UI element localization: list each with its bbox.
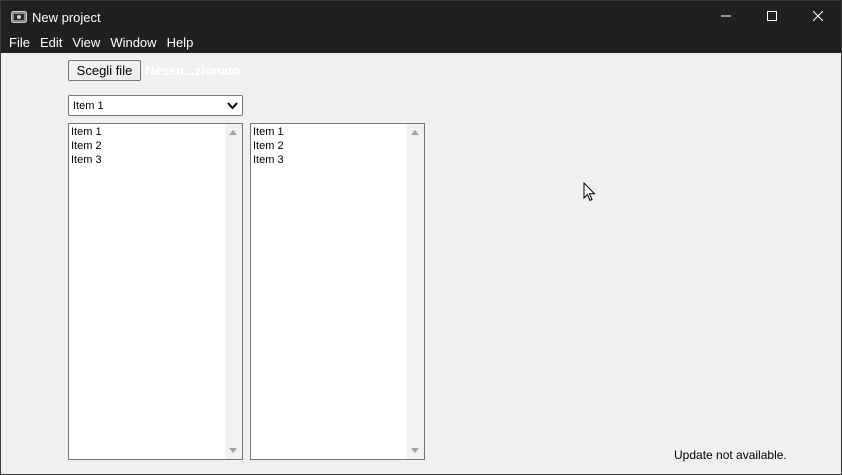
list-item[interactable]: Item 1 xyxy=(253,125,284,139)
window-title: New project xyxy=(32,9,101,25)
menu-edit[interactable]: Edit xyxy=(35,33,67,53)
update-status-text: Update not available. xyxy=(674,448,787,462)
dropdown-selected-value: Item 1 xyxy=(73,99,104,112)
menu-help[interactable]: Help xyxy=(162,33,199,53)
listbox-left-items: Item 1 Item 2 Item 3 xyxy=(71,125,102,167)
listbox-right[interactable]: Item 1 Item 2 Item 3 xyxy=(250,123,425,460)
app-logo-icon xyxy=(11,11,27,23)
app-window: New project File Edit View Window Help S… xyxy=(0,0,842,475)
item-dropdown[interactable]: Item 1 xyxy=(68,95,243,116)
chevron-down-icon xyxy=(226,99,239,112)
window-controls xyxy=(703,1,841,33)
listbox-left-scrollbar[interactable] xyxy=(225,124,242,459)
scroll-down-arrow-icon[interactable] xyxy=(411,448,419,453)
list-item[interactable]: Item 3 xyxy=(253,153,284,167)
title-bar[interactable]: New project xyxy=(1,1,841,33)
menu-view[interactable]: View xyxy=(67,33,105,53)
scroll-up-arrow-icon[interactable] xyxy=(229,130,237,135)
file-status-text: Nessu...zionato xyxy=(145,63,241,78)
listbox-right-items: Item 1 Item 2 Item 3 xyxy=(253,125,284,167)
close-button[interactable] xyxy=(795,1,841,33)
minimize-icon xyxy=(721,10,731,24)
list-item[interactable]: Item 3 xyxy=(71,153,102,167)
menu-file[interactable]: File xyxy=(1,33,35,53)
mouse-cursor-icon xyxy=(583,181,596,202)
scroll-down-arrow-icon[interactable] xyxy=(229,448,237,453)
list-item[interactable]: Item 2 xyxy=(253,139,284,153)
maximize-icon xyxy=(767,10,777,24)
choose-file-button[interactable]: Scegli file xyxy=(68,60,141,81)
list-item[interactable]: Item 2 xyxy=(71,139,102,153)
minimize-button[interactable] xyxy=(703,1,749,33)
close-icon xyxy=(812,10,824,24)
maximize-button[interactable] xyxy=(749,1,795,33)
menu-bar: File Edit View Window Help xyxy=(1,33,841,53)
list-item[interactable]: Item 1 xyxy=(71,125,102,139)
scroll-up-arrow-icon[interactable] xyxy=(411,130,419,135)
menu-window[interactable]: Window xyxy=(105,33,161,53)
listbox-left[interactable]: Item 1 Item 2 Item 3 xyxy=(68,123,243,460)
listbox-right-scrollbar[interactable] xyxy=(407,124,424,459)
